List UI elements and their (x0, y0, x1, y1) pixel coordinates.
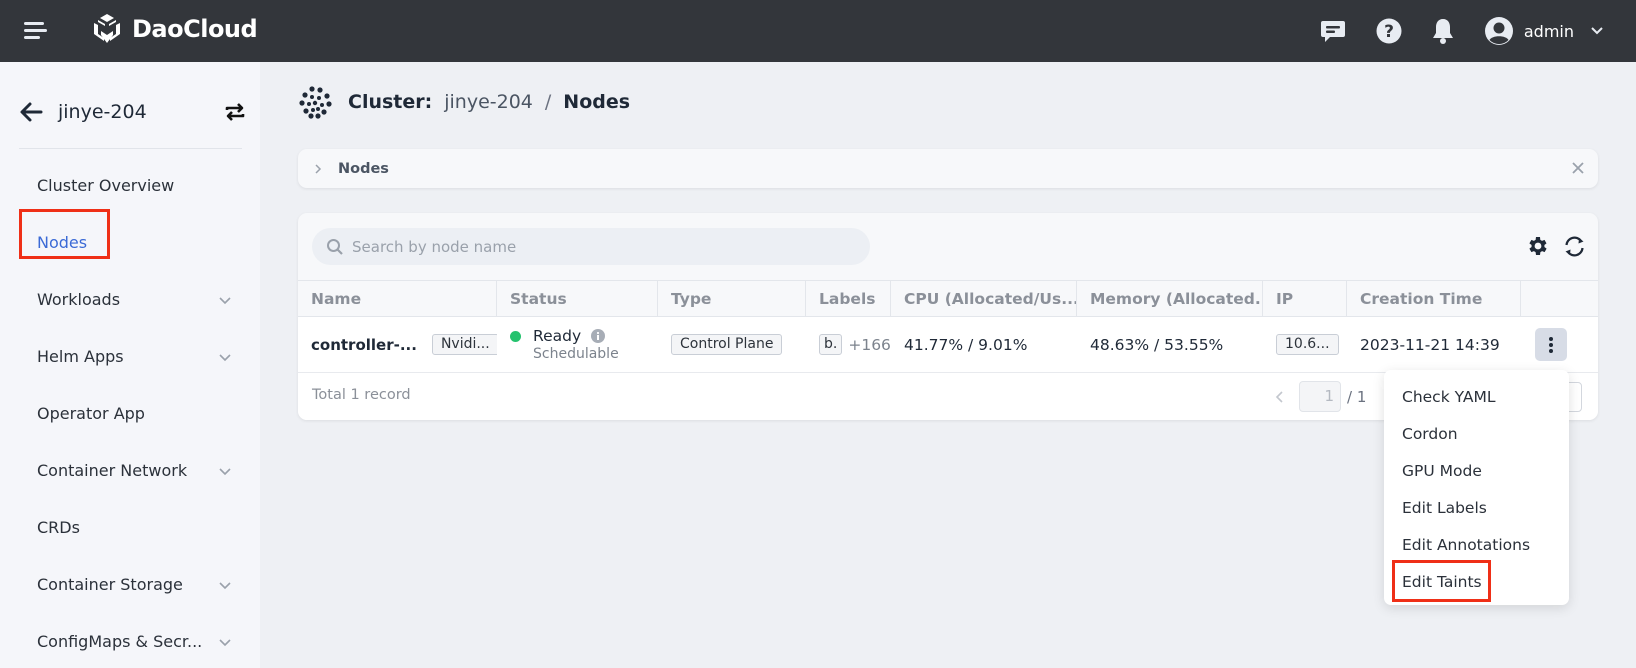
pagination: 1 / 1 (1273, 381, 1366, 412)
sidebar-item-label: ConfigMaps & Secr... (37, 632, 203, 651)
search-icon (327, 238, 343, 255)
table-row: controller-... Nvidi... Ready Schedulabl… (298, 317, 1598, 373)
node-gpu-tag: Nvidi... (431, 334, 497, 355)
chevron-down-icon (219, 581, 231, 589)
chevron-down-icon (219, 296, 231, 304)
sidebar-item-operator-app[interactable]: Operator App (0, 385, 260, 442)
chevron-right-icon[interactable] (312, 163, 324, 175)
gear-icon[interactable] (1525, 234, 1549, 258)
sidebar-item-container-network[interactable]: Container Network (0, 442, 260, 499)
sidebar-item-label: Container Network (37, 461, 188, 480)
sidebar-item-label: Helm Apps (37, 347, 124, 366)
hamburger-menu-icon[interactable] (24, 22, 47, 40)
column-header-memory[interactable]: Memory (Allocated... (1077, 281, 1263, 316)
node-cpu: 41.77% / 9.01% (904, 335, 1028, 354)
refresh-icon[interactable] (1562, 234, 1587, 259)
svg-text:?: ? (1384, 22, 1394, 42)
brand-logo[interactable]: DaoCloud (90, 12, 258, 46)
node-schedulable: Schedulable (533, 346, 619, 362)
chevron-down-icon (219, 467, 231, 475)
menu-item-edit-taints[interactable]: Edit Taints (1384, 563, 1569, 600)
node-memory: 48.63% / 53.55% (1090, 335, 1224, 354)
node-ip-tag: 10.6... (1276, 334, 1339, 355)
breadcrumb-separator: / (544, 91, 552, 113)
sidebar-item-configmaps-secrets[interactable]: ConfigMaps & Secr... (0, 613, 260, 668)
sidebar-item-label: Container Storage (37, 575, 183, 594)
more-actions-button[interactable] (1535, 328, 1567, 361)
chevron-left-icon[interactable] (1273, 390, 1287, 404)
menu-item-edit-annotations[interactable]: Edit Annotations (1384, 526, 1569, 563)
chevron-down-icon (219, 353, 231, 361)
menu-item-gpu-mode[interactable]: GPU Mode (1384, 452, 1569, 489)
sidebar-item-label: Operator App (37, 404, 145, 423)
sidebar-item-helm-apps[interactable]: Helm Apps (0, 328, 260, 385)
user-menu[interactable]: admin (1484, 16, 1636, 46)
chevron-down-icon (1591, 27, 1603, 35)
column-header-type[interactable]: Type (658, 281, 806, 316)
search-input[interactable] (352, 237, 832, 256)
sidebar-item-crds[interactable]: CRDs (0, 499, 260, 556)
switch-cluster-icon[interactable] (224, 101, 246, 123)
cluster-name: jinye-204 (58, 101, 147, 123)
menu-item-check-yaml[interactable]: Check YAML (1384, 378, 1569, 415)
column-header-labels[interactable]: Labels (806, 281, 891, 316)
status-dot (510, 330, 521, 342)
chevron-down-icon (219, 638, 231, 646)
breadcrumb-cluster-label: Cluster: (348, 91, 433, 113)
page-title: Nodes (563, 91, 631, 113)
sidebar-divider (19, 148, 242, 149)
collapse-panel-title: Nodes (338, 160, 389, 177)
sidebar-item-label: CRDs (37, 518, 80, 537)
node-action-menu: Check YAML Cordon GPU Mode Edit Labels E… (1384, 370, 1569, 605)
column-header-name[interactable]: Name (298, 281, 497, 316)
column-header-status[interactable]: Status (497, 281, 658, 316)
menu-item-edit-labels[interactable]: Edit Labels (1384, 489, 1569, 526)
bell-icon[interactable] (1428, 16, 1458, 46)
brand-name: DaoCloud (132, 15, 258, 43)
sidebar-item-label: Nodes (37, 233, 88, 252)
page-total: / 1 (1347, 387, 1367, 406)
total-records: Total 1 record (312, 387, 411, 403)
close-icon[interactable] (1570, 160, 1586, 176)
column-header-actions (1521, 281, 1598, 316)
page-number-input[interactable]: 1 (1299, 381, 1341, 412)
sidebar-item-label: Cluster Overview (37, 176, 175, 195)
node-label-tag: b. (819, 334, 843, 355)
help-icon[interactable]: ? (1374, 16, 1404, 46)
sidebar-item-workloads[interactable]: Workloads (0, 271, 260, 328)
node-type-tag: Control Plane (671, 334, 783, 355)
info-icon[interactable] (591, 329, 606, 343)
user-avatar-icon (1484, 17, 1513, 45)
menu-item-cordon[interactable]: Cordon (1384, 415, 1569, 452)
sidebar-item-cluster-overview[interactable]: Cluster Overview (0, 157, 260, 214)
user-name: admin (1523, 21, 1574, 41)
table-header: Name Status Type Labels CPU (Allocated/U… (298, 280, 1598, 317)
node-name-link[interactable]: controller-... (311, 336, 417, 354)
breadcrumb-cluster-link[interactable]: jinye-204 (444, 91, 533, 113)
more-labels-count[interactable]: +166 (848, 336, 891, 354)
breadcrumb: Cluster: jinye-204 / Nodes (298, 82, 630, 122)
back-arrow-icon[interactable] (18, 99, 44, 125)
sidebar: jinye-204 Cluster Overview Nodes Workloa… (0, 62, 260, 668)
node-status: Ready (533, 327, 582, 345)
sidebar-item-nodes[interactable]: Nodes (0, 214, 260, 271)
column-header-creation-time[interactable]: Creation Time (1347, 281, 1521, 316)
column-header-cpu[interactable]: CPU (Allocated/Us... (891, 281, 1077, 316)
search-box (312, 228, 870, 265)
sidebar-nav: Cluster Overview Nodes Workloads Helm Ap… (0, 157, 260, 668)
top-bar: DaoCloud ? admin (0, 0, 1636, 62)
column-header-ip[interactable]: IP (1263, 281, 1347, 316)
message-icon[interactable] (1318, 16, 1348, 46)
sidebar-item-label: Workloads (37, 290, 121, 309)
node-creation-time: 2023-11-21 14:39 (1360, 335, 1500, 354)
more-vertical-icon (1549, 336, 1553, 353)
nodes-collapse-panel: Nodes (298, 149, 1598, 188)
cluster-icon (299, 86, 332, 119)
sidebar-item-container-storage[interactable]: Container Storage (0, 556, 260, 613)
logo-icon (94, 14, 120, 43)
